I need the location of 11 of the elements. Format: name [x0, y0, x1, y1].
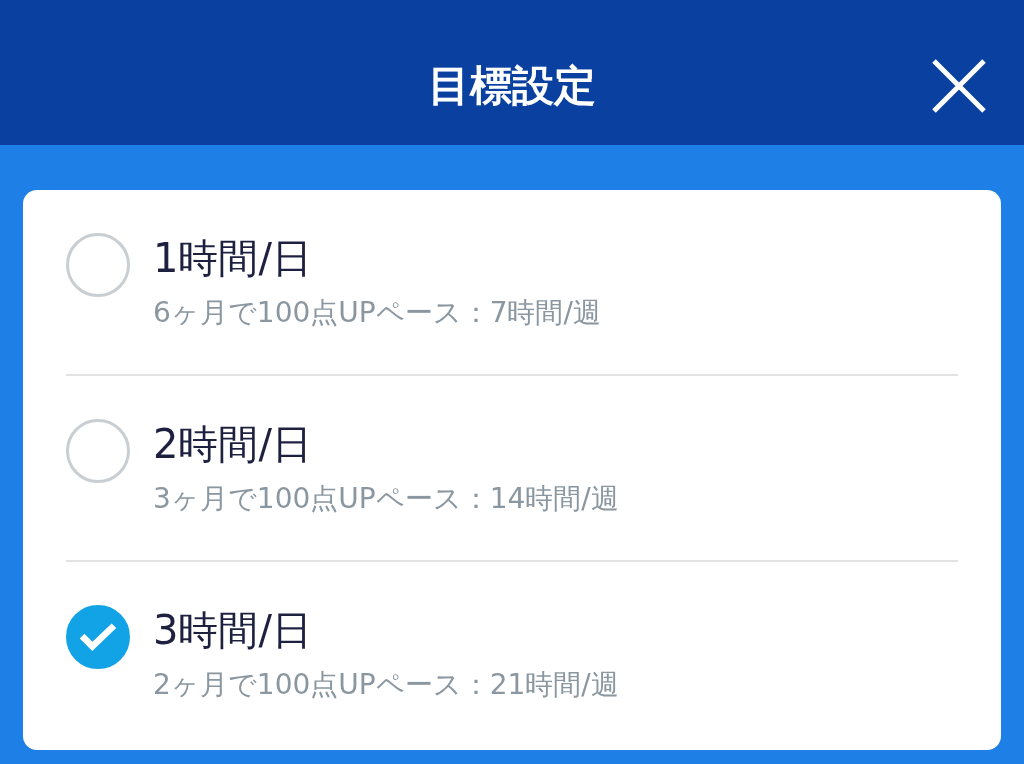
radio-button[interactable]	[66, 605, 130, 669]
screen-title: 目標設定	[428, 59, 596, 112]
option-label[interactable]: 3時間/日	[153, 606, 312, 654]
check-icon	[78, 622, 118, 652]
close-icon	[932, 58, 986, 113]
option-description: 3ヶ月で100点UPペース：14時間/週	[153, 481, 619, 517]
option-description: 2ヶ月で100点UPペース：21時間/週	[153, 667, 619, 703]
option-label[interactable]: 1時間/日	[153, 234, 312, 282]
option-label[interactable]: 2時間/日	[153, 420, 312, 468]
option-description: 6ヶ月で100点UPペース：7時間/週	[153, 295, 601, 331]
close-button[interactable]	[932, 58, 986, 113]
